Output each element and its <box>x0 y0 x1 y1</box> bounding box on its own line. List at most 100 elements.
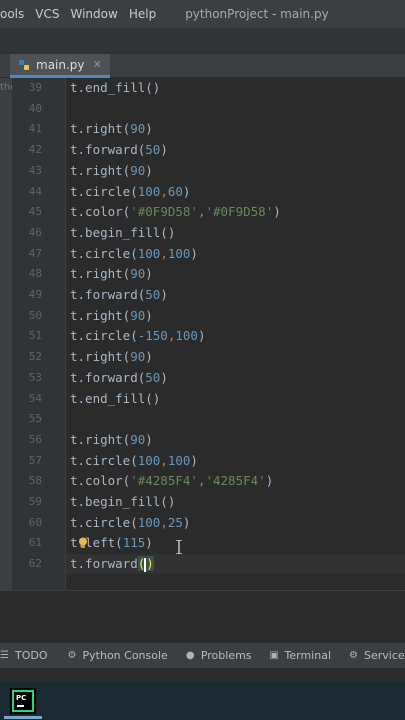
code-line[interactable]: t.forward() <box>70 554 154 574</box>
code-token: '#4285F4' <box>130 473 198 489</box>
code-line[interactable]: t.right(90) <box>70 264 153 284</box>
code-token: 100 <box>137 245 161 261</box>
code-token: '#0F9D58' <box>205 204 274 220</box>
tool-window-terminal[interactable]: ▣ Terminal <box>270 649 332 662</box>
code-token: t.right( <box>70 307 131 323</box>
code-line[interactable]: t.end_fill() <box>70 78 160 98</box>
tool-window-python-console[interactable]: ⚙ Python Console <box>68 649 168 662</box>
code-token: 100 <box>167 452 191 468</box>
code-line[interactable]: t.end_fill() <box>70 389 160 409</box>
code-token: ) <box>182 514 191 530</box>
code-token: t.right( <box>70 162 131 178</box>
code-token: 90 <box>130 431 146 447</box>
code-line[interactable]: t.forward(50) <box>70 368 168 388</box>
code-token: t.right( <box>70 266 131 282</box>
code-token: , <box>160 245 168 261</box>
code-line[interactable]: t.right(90) <box>70 430 153 450</box>
tool-window-todo[interactable]: ☰ TODO <box>0 649 48 662</box>
line-number: 45 <box>28 205 42 219</box>
code-line[interactable]: t.begin_fill() <box>70 492 175 512</box>
line-number: 46 <box>28 225 42 239</box>
code-token: ) <box>145 162 153 178</box>
code-editor[interactable]: t.end_fill() t.right(90) t.forward(50) t.ri… <box>66 78 405 590</box>
code-line[interactable]: t.circle(100,100) <box>70 244 198 264</box>
code-token: 100 <box>137 514 161 530</box>
line-number: 57 <box>28 453 42 467</box>
pycharm-icon-label: PC <box>16 694 27 702</box>
bottom-gap <box>0 668 405 682</box>
code-token: 50 <box>145 287 161 302</box>
code-line[interactable]: t.right(90) <box>70 119 153 139</box>
code-line[interactable]: t.forward(50) <box>70 285 168 305</box>
code-line[interactable]: t.right(90) <box>70 161 153 181</box>
code-token: ) <box>145 349 153 365</box>
list-icon: ☰ <box>0 649 9 661</box>
menu-item-vcs[interactable]: VCS <box>35 7 59 21</box>
code-line[interactable]: t.circle(100,25) <box>70 513 190 533</box>
mouse-ibeam-cursor-icon <box>176 540 182 554</box>
code-line[interactable]: t.circle(100,100) <box>70 451 198 471</box>
code-token: 90 <box>130 266 146 282</box>
editor-lower-area <box>0 590 405 642</box>
tool-window-bar: ☰ TODO ⚙ Python Console ● Problems ▣ Terminal ⚙ S… <box>0 642 405 668</box>
code-token: t.circle( <box>70 328 138 344</box>
code-token: t.forward( <box>70 369 146 385</box>
line-number: 39 <box>28 81 42 94</box>
code-token: ) <box>273 204 281 220</box>
menu-item-tools[interactable]: ools <box>0 7 24 21</box>
code-token: t.right( <box>70 431 131 447</box>
menu-item-window[interactable]: Window <box>71 7 118 21</box>
code-token: t.end_fill() <box>70 390 161 406</box>
code-token: ) <box>182 183 191 199</box>
code-line[interactable]: t.color('#0F9D58','#0F9D58') <box>70 202 281 222</box>
line-number: 54 <box>28 391 42 405</box>
tool-window-problems[interactable]: ● Problems <box>186 649 252 662</box>
code-line[interactable]: t.right(90) <box>70 347 153 367</box>
code-token: ) <box>190 452 198 468</box>
line-number: 60 <box>28 515 42 529</box>
code-line[interactable]: t.color('#4285F4','4285F4') <box>70 471 273 491</box>
line-number: 44 <box>28 184 42 198</box>
services-icon: ⚙ <box>349 649 358 661</box>
pycharm-app-icon[interactable]: PC <box>10 688 36 714</box>
code-token: 90 <box>130 349 146 365</box>
python-console-icon: ⚙ <box>67 649 77 661</box>
close-icon[interactable]: ✕ <box>93 58 102 71</box>
line-number-gutter: 39 40 41 42 43 44 45 46 47 48 49 50 51 52 53 54 55 56 57 58… <box>12 78 66 590</box>
python-file-icon <box>19 59 29 70</box>
code-token: t.begin_fill() <box>70 494 176 509</box>
line-number: 61 <box>28 536 42 550</box>
code-line[interactable]: t.forward(50) <box>70 140 168 160</box>
code-token: t.circle( <box>70 514 138 530</box>
window-title: pythonProject - main.py <box>185 7 329 21</box>
menu-item-help[interactable]: Help <box>129 7 156 21</box>
tab-label: main.py <box>36 57 85 72</box>
project-panel-edge[interactable]: the <box>0 78 16 618</box>
code-token: 100 <box>167 245 191 261</box>
code-line[interactable]: t.circle(-150,100) <box>70 326 205 346</box>
line-number: 51 <box>28 329 42 343</box>
code-line[interactable]: t.right(90) <box>70 306 153 326</box>
os-taskbar: PC <box>0 682 405 720</box>
code-token: 100 <box>137 183 161 199</box>
code-token: 25 <box>167 514 183 530</box>
tab-main-py[interactable]: main.py ✕ <box>10 54 110 78</box>
code-token: ) <box>190 245 198 261</box>
code-token: t.circle( <box>70 183 138 199</box>
code-token: ) <box>160 287 168 302</box>
tool-window-label: Problems <box>200 649 252 662</box>
code-token: t.circle( <box>70 245 138 261</box>
code-token: 90 <box>130 162 146 178</box>
code-token: ) <box>197 328 206 344</box>
code-line[interactable]: t.circle(100,60) <box>70 182 190 202</box>
line-number: 40 <box>28 101 42 115</box>
code-token: ) <box>145 535 153 551</box>
line-number: 50 <box>28 308 42 322</box>
tool-window-services[interactable]: ⚙ Services <box>349 649 405 662</box>
code-token: ) <box>265 473 274 489</box>
code-line[interactable]: t.begin_fill() <box>70 223 175 243</box>
intention-bulb-icon[interactable] <box>78 537 88 549</box>
code-token: t.end_fill() <box>70 80 161 95</box>
tool-window-label: Services <box>364 649 405 662</box>
line-number: 62 <box>28 557 42 571</box>
